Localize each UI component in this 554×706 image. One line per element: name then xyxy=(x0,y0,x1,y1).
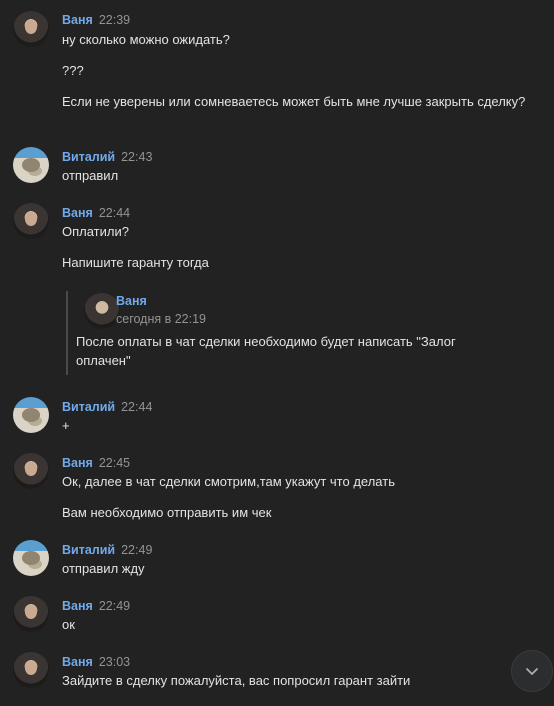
author-name[interactable]: Ваня xyxy=(62,206,93,220)
author-name[interactable]: Виталий xyxy=(62,150,115,164)
chevron-down-icon xyxy=(526,668,538,675)
avatar[interactable] xyxy=(13,147,49,183)
reply-author-name: Ваня xyxy=(116,294,147,308)
message-text: Вам необходимо отправить им чек xyxy=(62,505,272,520)
avatar[interactable] xyxy=(13,203,49,239)
avatar[interactable] xyxy=(13,453,49,489)
message-time[interactable]: 22:49 xyxy=(121,543,152,557)
scroll-down-button[interactable] xyxy=(511,650,553,692)
message-time[interactable]: 23:03 xyxy=(99,655,130,669)
message-text: отправил xyxy=(62,168,119,183)
author-name[interactable]: Виталий xyxy=(62,400,115,414)
message-time[interactable]: 22:44 xyxy=(121,400,152,414)
author-name[interactable]: Ваня xyxy=(62,13,93,27)
message-time[interactable]: 22:39 xyxy=(99,13,130,27)
author-name[interactable]: Ваня xyxy=(62,655,93,669)
message-header: Ваня 22:49 xyxy=(62,599,130,613)
avatar[interactable] xyxy=(13,596,49,632)
message-header: Ваня 22:45 xyxy=(62,456,130,470)
reply-time: сегодня в 22:19 xyxy=(116,312,206,326)
message-text: Если не уверены или сомневаетесь может б… xyxy=(62,94,526,109)
message-text: ??? xyxy=(62,63,84,78)
message-text: Напишите гаранту тогда xyxy=(62,255,209,270)
reply-quote[interactable]: Ваня сегодня в 22:19 После оплаты в чат … xyxy=(66,291,508,375)
message-header: Ваня 22:44 xyxy=(62,206,130,220)
author-name[interactable]: Ваня xyxy=(62,456,93,470)
message-header: Ваня 23:03 xyxy=(62,655,130,669)
message-time[interactable]: 22:45 xyxy=(99,456,130,470)
avatar[interactable] xyxy=(13,652,49,688)
message-text: Ок, далее в чат сделки смотрим,там укажу… xyxy=(62,474,395,489)
author-name[interactable]: Ваня xyxy=(62,599,93,613)
message-text: ок xyxy=(62,617,75,632)
message-text: отправил жду xyxy=(62,561,145,576)
message-time[interactable]: 22:44 xyxy=(99,206,130,220)
message-text: Зайдите в сделку пожалуйста, вас попроси… xyxy=(62,673,411,688)
message-header: Виталий 22:44 xyxy=(62,400,152,414)
message-text: Оплатили? xyxy=(62,224,129,239)
message-text: ну сколько можно ожидать? xyxy=(62,32,230,47)
reply-avatar xyxy=(84,293,120,329)
message-header: Виталий 22:49 xyxy=(62,543,152,557)
message-text: + xyxy=(62,418,70,433)
reply-text: После оплаты в чат сделки необходимо буд… xyxy=(76,334,456,368)
avatar[interactable] xyxy=(13,11,49,47)
author-name[interactable]: Виталий xyxy=(62,543,115,557)
message-header: Ваня 22:39 xyxy=(62,13,130,27)
message-time[interactable]: 22:43 xyxy=(121,150,152,164)
avatar[interactable] xyxy=(13,397,49,433)
message-time[interactable]: 22:49 xyxy=(99,599,130,613)
avatar[interactable] xyxy=(13,540,49,576)
message-header: Виталий 22:43 xyxy=(62,150,152,164)
